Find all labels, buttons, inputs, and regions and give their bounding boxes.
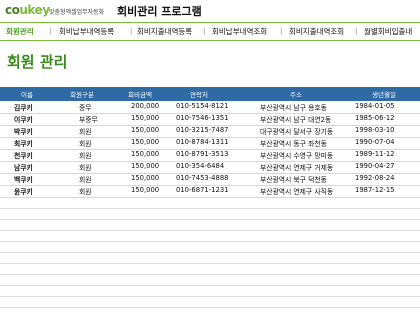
cell-contact: 010-8791-3513 [176,150,229,158]
cell-contact: 010-6871-1231 [176,186,229,194]
cell-fee-amount: 150,000 [131,186,160,194]
cell-contact: 010-7546-1351 [176,114,229,122]
empty-row[interactable] [0,296,420,308]
tab-member-management[interactable]: 회원관리 [6,26,34,37]
cell-address: 부산광역시 수영구 망미동 [260,152,334,160]
app-header: coukey 맞춤형엑셀업무자동화 회비관리 프로그램 [0,0,420,22]
nav-tabs: 회원관리 | 회비납부내역등록 | 회비지출내역등록 | 회비납부내역조회 | … [0,22,420,41]
table-row[interactable]: 최쿠키 회원 150,000 010-8784-1311 부산광역시 동구 좌천… [0,137,420,150]
tab-separator: | [49,27,52,35]
cell-address: 부산광역시 연제구 거제동 [260,164,334,172]
cell-contact: 010-354-6484 [176,162,225,170]
cell-birthdate: 1989-11-12 [355,150,395,158]
cell-birthdate: 1990-04-27 [355,162,395,170]
column-header-name[interactable]: 이름 [21,89,33,99]
tab-fee-payment-register[interactable]: 회비납부내역등록 [59,26,114,37]
cell-contact: 010-3215-7487 [176,126,229,134]
tab-separator: | [130,27,133,35]
cell-birthdate: 1984-01-05 [355,102,395,110]
cell-birthdate: 1987-12-15 [355,186,395,194]
cell-member-type: 회원 [79,152,92,160]
column-header-member-type[interactable]: 회원구분 [70,89,94,99]
empty-row[interactable] [0,219,420,231]
cell-address: 부산광역시 남구 용호동 [260,104,327,112]
cell-birthdate: 1998-03-10 [355,126,395,134]
cell-fee-amount: 150,000 [131,138,160,146]
cell-contact: 010-5154-8121 [176,102,229,110]
cell-fee-amount: 150,000 [131,174,160,182]
tab-separator: | [203,27,206,35]
column-header-address[interactable]: 주소 [290,89,302,99]
cell-address: 대구광역시 달서구 장기동 [260,128,334,136]
page-title: 회원 관리 [7,53,68,71]
cell-name: 이쿠키 [14,116,33,124]
cell-member-type: 회원 [79,188,92,196]
table-row[interactable]: 김쿠키 중무 200,000 010-5154-8121 부산광역시 남구 용호… [0,101,420,114]
cell-fee-amount: 200,000 [131,102,160,110]
tab-monthly-fee[interactable]: 월별회비입출내 [364,26,412,37]
cell-address: 부산광역시 남구 대연2동 [260,116,332,124]
tab-fee-payment-inquiry[interactable]: 회비납부내역조회 [212,26,267,37]
cell-address: 부산광역시 연제구 사직동 [260,188,334,196]
empty-row[interactable] [0,263,420,275]
column-header-contact[interactable]: 연락처 [190,89,208,99]
cell-birthdate: 1992-08-24 [355,174,395,182]
cell-member-type: 부중무 [79,116,98,124]
cell-address: 부산광역시 북구 덕천동 [260,176,327,184]
empty-row[interactable] [0,274,420,286]
column-header-fee-amount[interactable]: 회비금액 [128,89,152,99]
cell-name: 남쿠키 [14,164,33,172]
cell-name: 최쿠키 [14,140,33,148]
cell-contact: 010-7453-4888 [176,174,229,182]
cell-name: 윤쿠키 [14,188,33,196]
empty-row[interactable] [0,208,420,220]
cell-member-type: 회원 [79,176,92,184]
logo-part-ukey: ukey [19,3,50,17]
table-row[interactable]: 천쿠키 회원 150,000 010-8791-3513 부산광역시 수영구 망… [0,149,420,162]
cell-member-type: 회원 [79,140,92,148]
cell-fee-amount: 150,000 [131,150,160,158]
tab-separator: | [280,27,283,35]
cell-fee-amount: 150,000 [131,126,160,134]
empty-row[interactable] [0,230,420,242]
table-row[interactable]: 백쿠키 회원 150,000 010-7453-4888 부산광역시 북구 덕천… [0,173,420,186]
cell-member-type: 회원 [79,164,92,172]
tab-fee-expense-inquiry[interactable]: 회비지출내역조회 [289,26,344,37]
cell-fee-amount: 150,000 [131,114,160,122]
coukey-logo[interactable]: coukey [5,3,50,17]
empty-row[interactable] [0,241,420,253]
column-header-birthdate[interactable]: 생년월일 [372,89,396,99]
cell-member-type: 회원 [79,128,92,136]
cell-name: 천쿠키 [14,152,33,160]
cell-name: 박쿠키 [14,128,33,136]
cell-birthdate: 1990-07-04 [355,138,395,146]
cell-member-type: 중무 [79,104,92,112]
cell-fee-amount: 150,000 [131,162,160,170]
table-row[interactable]: 윤쿠키 회원 150,000 010-6871-1231 부산광역시 연제구 사… [0,185,420,198]
table-header: 이름 회원구분 회비금액 연락처 주소 생년월일 [0,87,420,101]
table-row[interactable]: 이쿠키 부중무 150,000 010-7546-1351 부산광역시 남구 대… [0,113,420,126]
logo-part-co: co [5,3,20,17]
empty-row[interactable] [0,197,420,209]
cell-name: 김쿠키 [14,104,33,112]
table-row[interactable]: 박쿠키 회원 150,000 010-3215-7487 대구광역시 달서구 장… [0,125,420,138]
cell-name: 백쿠키 [14,176,33,184]
tab-fee-expense-register[interactable]: 회비지출내역등록 [137,26,192,37]
cell-contact: 010-8784-1311 [176,138,229,146]
tab-separator: | [355,27,358,35]
table-row[interactable]: 남쿠키 회원 150,000 010-354-6484 부산광역시 연제구 거제… [0,161,420,174]
empty-row[interactable] [0,285,420,297]
empty-row[interactable] [0,252,420,264]
cell-address: 부산광역시 동구 좌천동 [260,140,327,148]
cell-birthdate: 1985-06-12 [355,114,395,122]
tagline: 맞춤형엑셀업무자동화 [49,9,105,16]
app-title: 회비관리 프로그램 [117,5,202,18]
